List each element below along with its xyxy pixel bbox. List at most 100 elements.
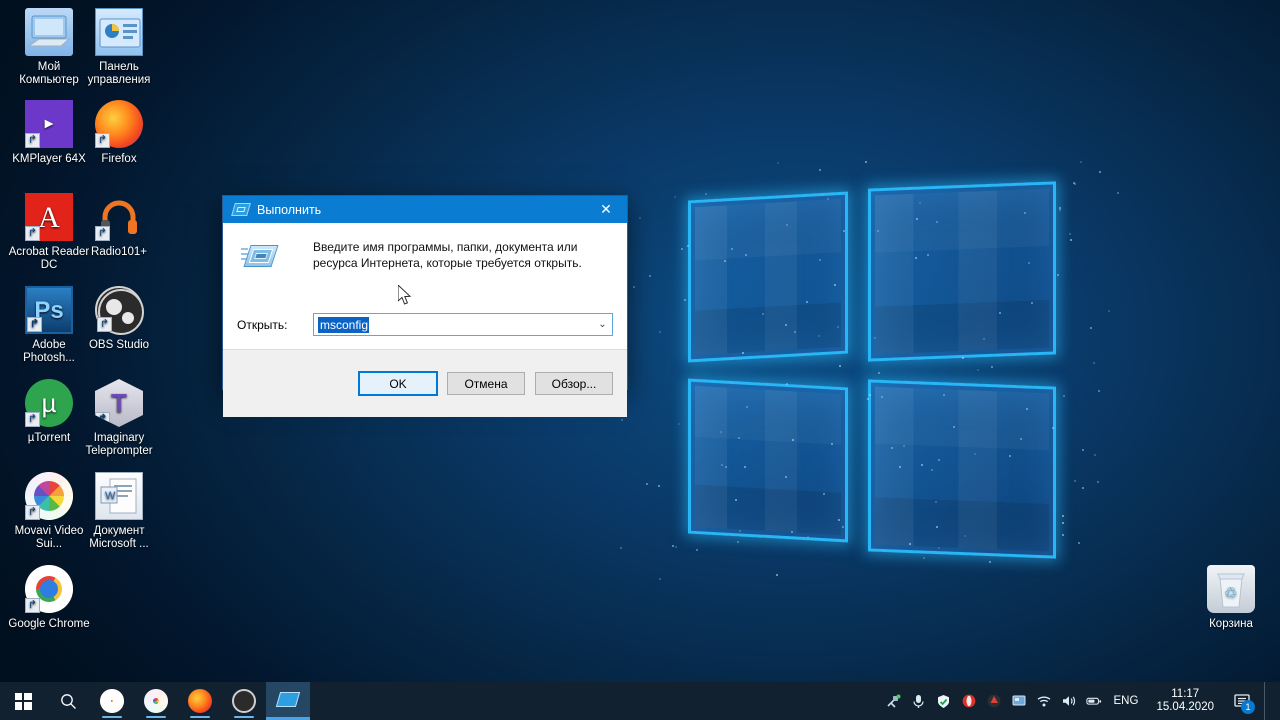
- battery-icon[interactable]: [1085, 693, 1102, 709]
- start-button[interactable]: [0, 682, 46, 720]
- app-tray-icon[interactable]: [986, 693, 1002, 709]
- desktop-icon-obs-studio[interactable]: OBS Studio: [78, 286, 160, 352]
- acrobat-reader-icon: A: [25, 193, 73, 241]
- run-program-icon: [241, 241, 279, 271]
- desktop-icon-label: Документ Microsoft ...: [89, 525, 149, 550]
- browse-button[interactable]: Обзор...: [535, 372, 613, 395]
- satellite-icon[interactable]: [886, 693, 902, 709]
- desktop-icon-label: Firefox: [101, 153, 137, 165]
- taskbar-chrome-icon: [100, 689, 124, 713]
- desktop-icon-label: Панель управления: [87, 61, 151, 86]
- running-indicator: [190, 716, 210, 718]
- desktop-icon-firefox[interactable]: Firefox: [78, 100, 160, 166]
- desktop-icon-label: Корзина: [1209, 618, 1253, 630]
- control-panel-icon: [95, 8, 143, 56]
- system-tray: ENG 11:17 15.04.2020 1: [886, 682, 1280, 720]
- clock-date: 15.04.2020: [1156, 701, 1214, 713]
- taskbar-chrome[interactable]: [90, 682, 134, 720]
- firefox-icon: [95, 100, 143, 148]
- language-indicator[interactable]: ENG: [1111, 695, 1142, 707]
- taskbar-firefox[interactable]: [178, 682, 222, 720]
- wifi-icon[interactable]: [1036, 693, 1052, 709]
- desktop-screen: Мой КомпьютерПанель управления▶KMPlayer …: [0, 0, 1280, 720]
- show-desktop-button[interactable]: [1264, 682, 1272, 720]
- run-icon-motion-lines: [241, 248, 248, 250]
- volume-icon[interactable]: [1061, 693, 1077, 709]
- shortcut-arrow-icon: [97, 317, 112, 332]
- display-settings-icon[interactable]: [1011, 693, 1027, 709]
- wallpaper-pane-top-right: [868, 181, 1056, 362]
- run-icon-window-shape: [243, 245, 279, 267]
- run-open-row: Открыть: msconfig ⌄: [237, 313, 613, 336]
- ok-button[interactable]: OK: [358, 371, 438, 396]
- radio101-icon: [95, 193, 143, 241]
- desktop-icon-word-document[interactable]: W Документ Microsoft ...: [78, 472, 160, 551]
- run-dialog-body: Введите имя программы, папки, документа …: [223, 223, 627, 349]
- desktop-wallpaper: [0, 0, 1280, 720]
- windows-defender-icon[interactable]: [936, 693, 952, 709]
- clock[interactable]: 11:17 15.04.2020: [1150, 688, 1220, 714]
- run-dialog[interactable]: Выполнить ✕ Введите имя программы, папки…: [222, 195, 628, 417]
- wallpaper-pane-top-left: [688, 191, 848, 363]
- desktop-icon-teleprompter[interactable]: T Imaginary Teleprompter: [78, 379, 160, 458]
- wallpaper-pane-bottom-left: [688, 378, 848, 543]
- photoshop-icon: Ps: [25, 286, 73, 334]
- shortcut-arrow-icon: [25, 598, 40, 613]
- open-field-label: Открыть:: [237, 317, 288, 332]
- run-icon: [231, 203, 251, 216]
- running-indicator: [234, 716, 254, 718]
- run-command-input[interactable]: msconfig ⌄: [313, 313, 613, 336]
- my-computer-icon: [25, 8, 73, 56]
- shortcut-arrow-icon: [27, 317, 42, 332]
- kmplayer-icon: ▶: [25, 100, 73, 148]
- opera-icon[interactable]: [961, 693, 977, 709]
- desktop-icon-label: Google Chrome: [8, 618, 90, 630]
- run-dialog-description: Введите имя программы, папки, документа …: [313, 240, 582, 270]
- running-indicator: [102, 716, 122, 718]
- cancel-button[interactable]: Отмена: [447, 372, 525, 395]
- run-dialog-titlebar[interactable]: Выполнить ✕: [223, 196, 627, 223]
- word-document-icon: W: [95, 472, 143, 520]
- notifications-button[interactable]: 1: [1229, 682, 1255, 720]
- close-icon[interactable]: ✕: [585, 196, 627, 223]
- taskbar: ENG 11:17 15.04.2020 1: [0, 682, 1280, 720]
- desktop-icon-label: Imaginary Teleprompter: [85, 432, 153, 457]
- run-dialog-footer: OK Отмена Обзор...: [223, 349, 627, 417]
- svg-text:♲: ♲: [1224, 585, 1237, 602]
- search-icon: [60, 693, 76, 709]
- desktop-icon-recycle-bin[interactable]: ♲ Корзина: [1190, 565, 1272, 631]
- notification-badge: 1: [1241, 700, 1255, 714]
- running-indicator: [146, 716, 166, 718]
- run-taskbar-icon: [275, 692, 301, 707]
- chevron-down-icon[interactable]: ⌄: [593, 314, 612, 335]
- desktop-icon-label: Radio101+: [91, 246, 147, 258]
- taskbar-obs-icon: [232, 689, 256, 713]
- taskbar-obs[interactable]: [222, 682, 266, 720]
- taskbar-movavi[interactable]: [134, 682, 178, 720]
- run-command-input-value[interactable]: msconfig: [318, 316, 370, 333]
- search-button[interactable]: [46, 682, 90, 720]
- svg-text:W: W: [105, 490, 116, 502]
- taskbar-firefox-icon: [188, 689, 212, 713]
- taskbar-movavi-icon: [144, 689, 168, 713]
- clock-time: 11:17: [1171, 688, 1200, 700]
- shortcut-arrow-icon: [25, 133, 40, 148]
- run-dialog-title: Выполнить: [257, 202, 322, 217]
- desktop-icon-control-panel[interactable]: Панель управления: [78, 8, 160, 87]
- desktop-icon-radio101[interactable]: Radio101+: [78, 193, 160, 259]
- microphone-icon[interactable]: [911, 693, 927, 709]
- desktop-icon-label: OBS Studio: [88, 339, 150, 351]
- recycle-bin-icon: ♲: [1207, 565, 1255, 613]
- movavi-icon: [25, 472, 73, 520]
- shortcut-arrow-icon: [95, 226, 110, 241]
- shortcut-arrow-icon: [95, 412, 110, 427]
- teleprompter-icon: T: [95, 379, 143, 427]
- windows-logo-icon: [14, 692, 32, 710]
- shortcut-arrow-icon: [25, 226, 40, 241]
- shortcut-arrow-icon: [25, 412, 40, 427]
- utorrent-icon: µ: [25, 379, 73, 427]
- desktop-icon-google-chrome[interactable]: Google Chrome: [8, 565, 90, 631]
- google-chrome-icon: [25, 565, 73, 613]
- wallpaper-pane-bottom-right: [868, 379, 1056, 559]
- taskbar-item-run[interactable]: [266, 682, 310, 720]
